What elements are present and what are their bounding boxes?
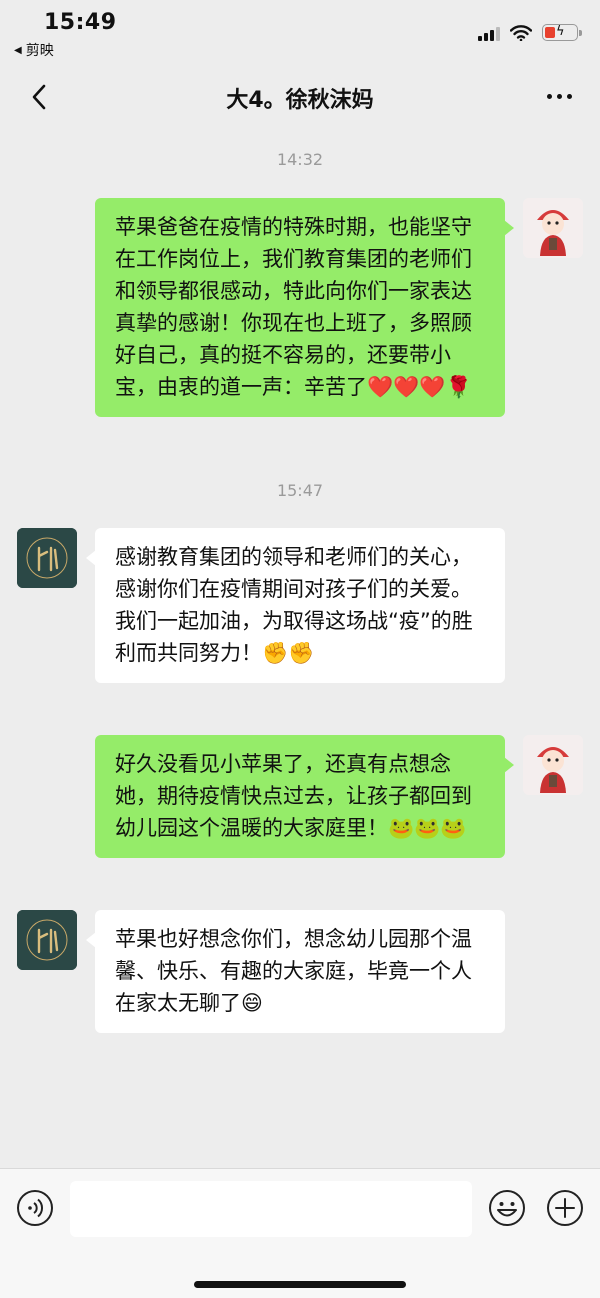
message-input[interactable]	[70, 1181, 472, 1237]
message-timestamp: 15:47	[276, 481, 324, 500]
avatar-cartoon-icon	[523, 198, 583, 258]
emoji-icon[interactable]	[488, 1189, 526, 1227]
message-bubble-received[interactable]: 感谢教育集团的领导和老师们的关心，感谢你们在疫情期间对孩子们的关爱。我们一起加油…	[86, 528, 505, 683]
avatar-logo-icon	[17, 910, 77, 970]
my-avatar[interactable]	[523, 735, 583, 795]
wifi-icon	[510, 24, 532, 41]
message-timestamp: 14:32	[276, 150, 324, 169]
back-to-app-link[interactable]: ◀ 剪映	[14, 40, 54, 60]
plus-icon[interactable]	[546, 1189, 584, 1227]
back-triangle-icon: ◀	[14, 44, 22, 56]
message-bubble-sent[interactable]: 苹果爸爸在疫情的特殊时期，也能坚守在工作岗位上，我们教育集团的老师们和领导都很感…	[95, 198, 514, 417]
contact-avatar[interactable]	[17, 910, 77, 970]
status-bar: 15:49 ◀ 剪映 ϟ	[0, 0, 600, 64]
message-bubble-sent[interactable]: 好久没看见小苹果了，还真有点想念她，期待疫情快点过去，让孩子都回到幼儿园这个温暖…	[95, 735, 514, 858]
chat-title: 大4。徐秋沫妈	[226, 88, 374, 113]
home-indicator[interactable]	[194, 1281, 406, 1288]
message-bubble-received[interactable]: 苹果也好想念你们，想念幼儿园那个温馨、快乐、有趣的大家庭，毕竟一个人在家太无聊了…	[86, 910, 505, 1033]
status-time: 15:49	[44, 10, 117, 35]
battery-icon: ϟ	[542, 24, 582, 41]
back-app-label: 剪映	[25, 43, 54, 59]
signal-icon	[478, 25, 500, 41]
avatar-cartoon-icon	[523, 735, 583, 795]
avatar-logo-icon	[17, 528, 77, 588]
chat-header: 大4。徐秋沫妈	[0, 64, 600, 130]
voice-icon[interactable]	[16, 1189, 54, 1227]
status-icons: ϟ	[478, 24, 582, 41]
my-avatar[interactable]	[523, 198, 583, 258]
contact-avatar[interactable]	[17, 528, 77, 588]
input-bar	[0, 1168, 600, 1298]
more-icon[interactable]	[547, 94, 572, 99]
